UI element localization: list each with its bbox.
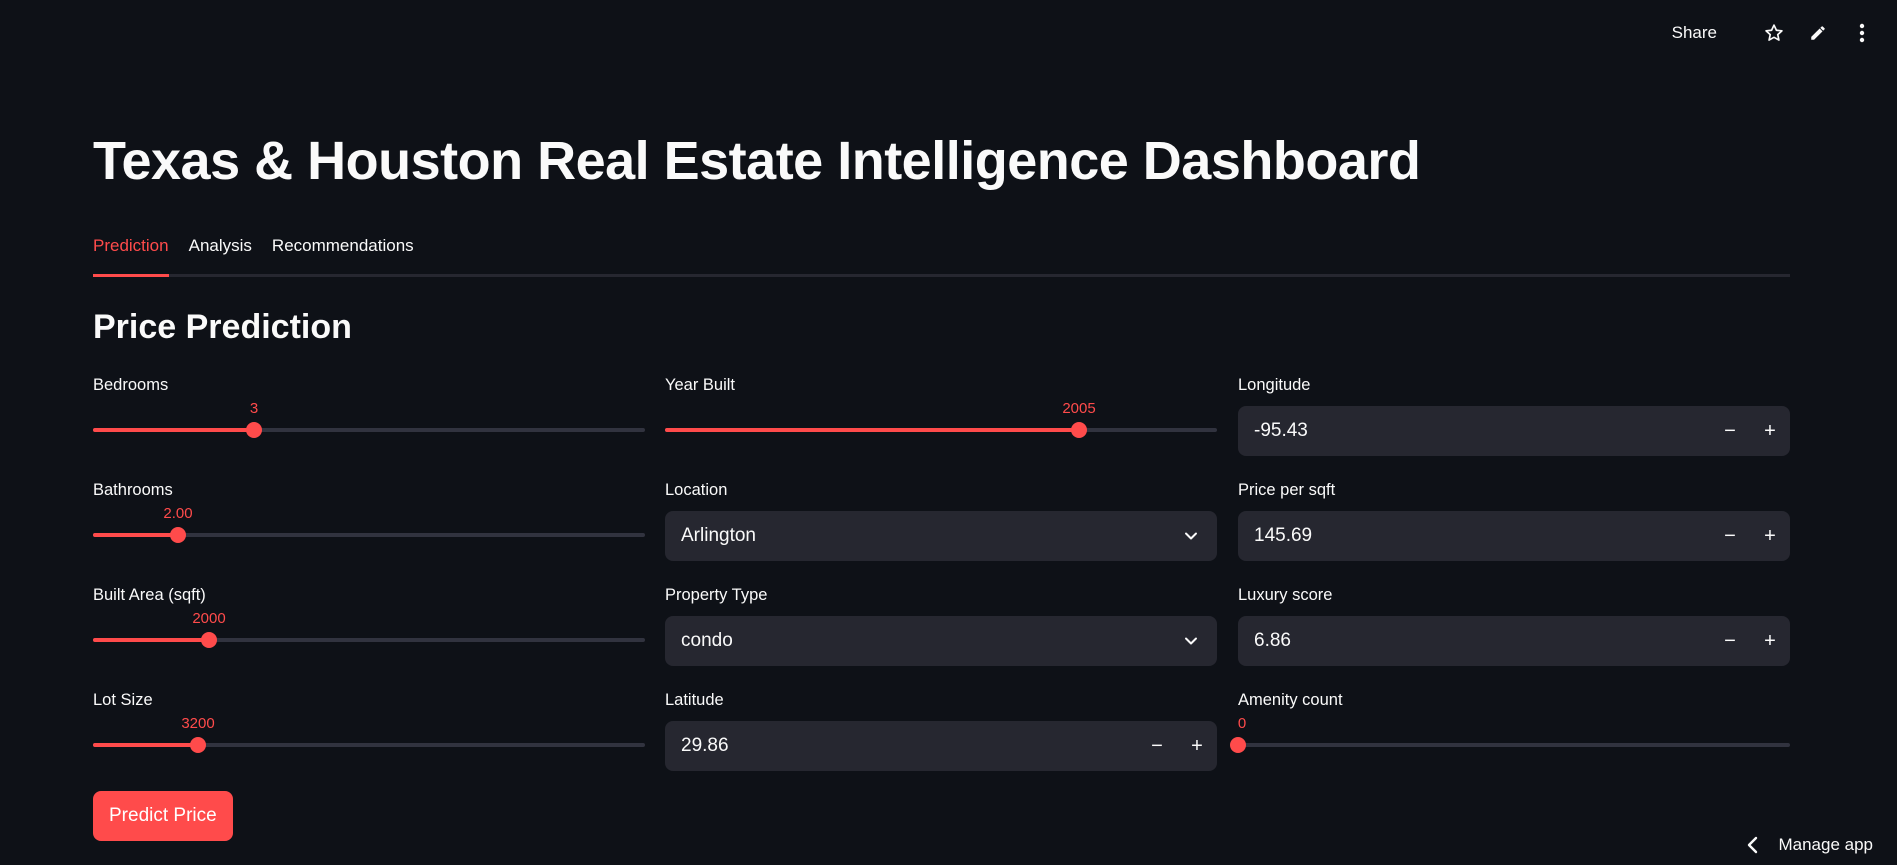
longitude-number-widget: Longitude -95.43 − +: [1238, 372, 1790, 464]
latitude-value[interactable]: 29.86: [681, 721, 729, 771]
amenity-count-slider-widget: Amenity count 0: [1230, 687, 1790, 779]
location-select-widget: Location Arlington: [665, 477, 1217, 569]
tab-recommendations[interactable]: Recommendations: [272, 232, 414, 274]
slider-fill: [93, 533, 178, 537]
tab-prediction[interactable]: Prediction: [93, 232, 169, 277]
lot-size-label: Lot Size: [93, 691, 153, 709]
decrement-button[interactable]: −: [1710, 616, 1750, 666]
bedrooms-slider-widget: Bedrooms 3: [93, 372, 645, 464]
location-value: Arlington: [681, 525, 756, 546]
chevron-down-icon: [1185, 532, 1197, 540]
price-per-sqft-label: Price per sqft: [1238, 481, 1336, 499]
share-button[interactable]: Share: [1672, 23, 1717, 43]
price-per-sqft-input[interactable]: 145.69 − +: [1238, 511, 1790, 561]
property-type-label: Property Type: [665, 586, 768, 604]
tab-analysis[interactable]: Analysis: [189, 232, 252, 274]
price-per-sqft-number-widget: Price per sqft 145.69 − +: [1238, 477, 1790, 569]
star-icon[interactable]: [1763, 22, 1785, 44]
tab-bar: Prediction Analysis Recommendations: [93, 232, 1790, 277]
location-label: Location: [665, 481, 728, 499]
slider-fill: [665, 428, 1079, 432]
page-title: Texas & Houston Real Estate Intelligence…: [93, 131, 1421, 191]
increment-button[interactable]: +: [1177, 721, 1217, 771]
amenity-count-slider[interactable]: [1230, 737, 1790, 753]
price-per-sqft-stepper: − +: [1710, 511, 1790, 561]
decrement-button[interactable]: −: [1137, 721, 1177, 771]
increment-button[interactable]: +: [1750, 616, 1790, 666]
latitude-input[interactable]: 29.86 − +: [665, 721, 1217, 771]
built-area-slider[interactable]: [93, 632, 645, 648]
lot-size-value: 3200: [181, 715, 215, 732]
bathrooms-slider-widget: Bathrooms 2.00: [93, 477, 645, 569]
bathrooms-label: Bathrooms: [93, 481, 173, 499]
built-area-label: Built Area (sqft): [93, 586, 206, 604]
pencil-icon[interactable]: [1807, 22, 1829, 44]
built-area-value: 2000: [192, 610, 226, 627]
luxury-score-value[interactable]: 6.86: [1254, 616, 1291, 666]
latitude-stepper: − +: [1137, 721, 1217, 771]
bathrooms-slider[interactable]: [93, 527, 645, 543]
decrement-button[interactable]: −: [1710, 511, 1750, 561]
slider-thumb[interactable]: [190, 737, 206, 753]
chevron-down-icon: [1185, 637, 1197, 645]
property-type-select[interactable]: condo: [665, 616, 1217, 666]
slider-thumb[interactable]: [1071, 422, 1087, 438]
built-area-slider-widget: Built Area (sqft) 2000: [93, 582, 645, 674]
price-per-sqft-value[interactable]: 145.69: [1254, 511, 1312, 561]
slider-thumb[interactable]: [246, 422, 262, 438]
longitude-stepper: − +: [1710, 406, 1790, 456]
luxury-score-input[interactable]: 6.86 − +: [1238, 616, 1790, 666]
year-built-slider-widget: Year Built 2005: [665, 372, 1217, 464]
lot-size-slider-widget: Lot Size 3200: [93, 687, 645, 779]
increment-button[interactable]: +: [1750, 406, 1790, 456]
property-type-select-widget: Property Type condo: [665, 582, 1217, 674]
amenity-count-value: 0: [1237, 715, 1247, 732]
manage-app-button[interactable]: Manage app: [1746, 835, 1873, 855]
section-title: Price Prediction: [93, 308, 352, 346]
predict-price-button[interactable]: Predict Price: [93, 791, 233, 841]
slider-thumb[interactable]: [201, 632, 217, 648]
bedrooms-slider[interactable]: [93, 422, 645, 438]
more-vertical-icon[interactable]: [1851, 22, 1873, 44]
increment-button[interactable]: +: [1750, 511, 1790, 561]
latitude-label: Latitude: [665, 691, 724, 709]
luxury-score-stepper: − +: [1710, 616, 1790, 666]
year-built-value: 2005: [1062, 400, 1096, 417]
location-select[interactable]: Arlington: [665, 511, 1217, 561]
year-built-slider[interactable]: [665, 422, 1217, 438]
slider-thumb[interactable]: [170, 527, 186, 543]
year-built-label: Year Built: [665, 376, 736, 394]
luxury-score-label: Luxury score: [1238, 586, 1333, 604]
longitude-value[interactable]: -95.43: [1254, 406, 1308, 456]
bathrooms-value: 2.00: [163, 505, 193, 522]
slider-thumb[interactable]: [1230, 737, 1246, 753]
bedrooms-label: Bedrooms: [93, 376, 169, 394]
slider-fill: [93, 428, 254, 432]
longitude-label: Longitude: [1238, 376, 1311, 394]
decrement-button[interactable]: −: [1710, 406, 1750, 456]
luxury-score-number-widget: Luxury score 6.86 − +: [1238, 582, 1790, 674]
latitude-number-widget: Latitude 29.86 − +: [665, 687, 1217, 779]
top-toolbar: Share: [1672, 0, 1897, 66]
manage-app-label: Manage app: [1778, 835, 1873, 854]
slider-fill: [93, 638, 209, 642]
property-type-value: condo: [681, 630, 733, 651]
bedrooms-value: 3: [249, 400, 259, 417]
longitude-input[interactable]: -95.43 − +: [1238, 406, 1790, 456]
lot-size-slider[interactable]: [93, 737, 645, 753]
amenity-count-label: Amenity count: [1238, 691, 1343, 709]
slider-fill: [93, 743, 198, 747]
chevron-left-icon: [1748, 836, 1758, 854]
